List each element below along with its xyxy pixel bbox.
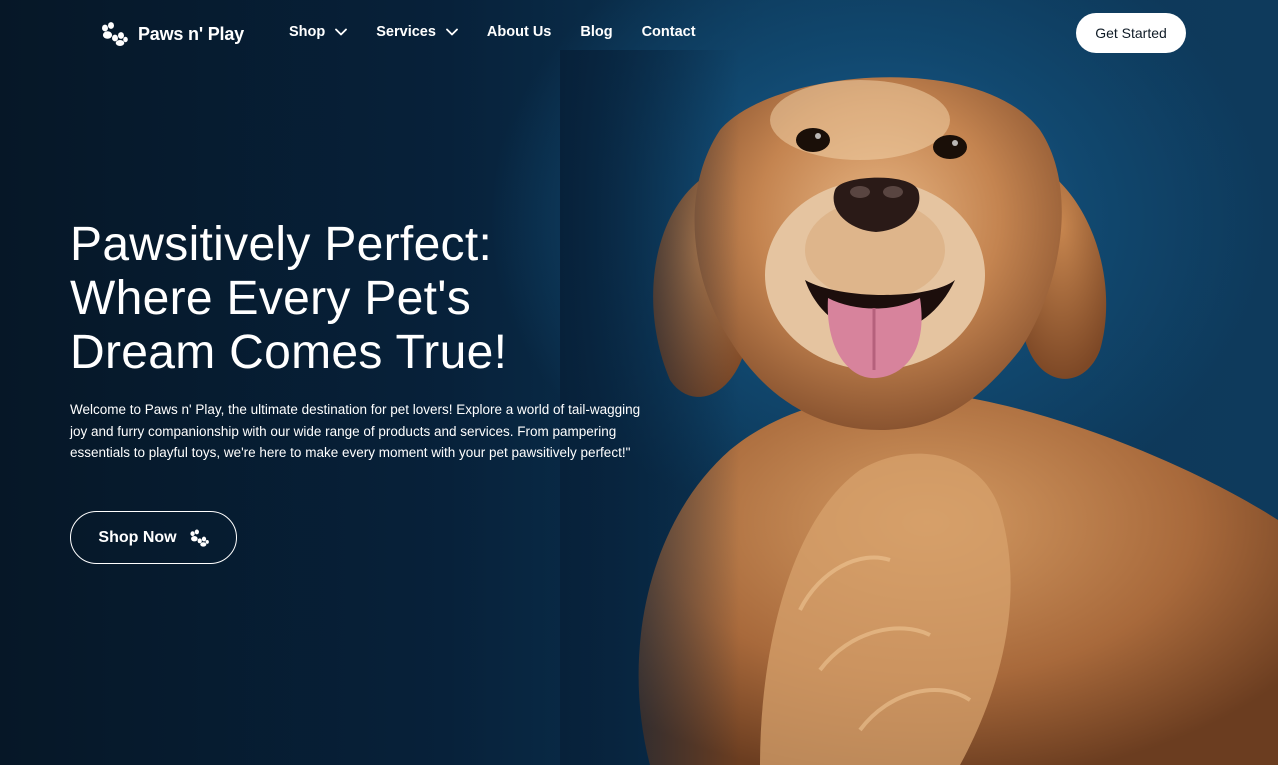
nav-item-label: Contact	[641, 24, 696, 40]
hero-title-line: Pawsitively Perfect:	[70, 218, 493, 271]
get-started-button[interactable]: Get Started	[1076, 13, 1186, 53]
brand-logo[interactable]: Paws n' Play	[100, 22, 244, 46]
nav-item-label: Blog	[580, 24, 613, 40]
chevron-down-icon	[335, 24, 348, 40]
main-navbar: Paws n' Play Shop Services About Us Blog	[0, 0, 1278, 66]
paw-icon	[100, 22, 128, 46]
hero-title-line: Dream Comes True!	[70, 326, 508, 379]
shop-now-label: Shop Now	[98, 528, 177, 546]
shop-now-button[interactable]: Shop Now	[70, 511, 237, 564]
golden-retriever-image	[560, 50, 1278, 765]
nav-item-about-us[interactable]: About Us	[487, 24, 551, 40]
nav-item-blog[interactable]: Blog	[580, 24, 612, 40]
brand-name: Paws n' Play	[138, 23, 244, 44]
nav-item-shop[interactable]: Shop	[289, 24, 348, 40]
nav-item-label: Services	[376, 24, 436, 40]
nav-item-label: About Us	[486, 24, 552, 40]
hero-title: Pawsitively Perfect: Where Every Pet's D…	[70, 218, 630, 380]
nav-item-contact[interactable]: Contact	[642, 24, 696, 40]
hero-description: Welcome to Paws n' Play, the ultimate de…	[70, 402, 641, 460]
nav-item-services[interactable]: Services	[376, 24, 458, 40]
paw-icon	[189, 529, 209, 547]
hero-title-line: Where Every Pet's	[70, 272, 472, 325]
nav-item-label: Shop	[289, 24, 326, 40]
hero-section: Paws n' Play Shop Services About Us Blog	[0, 0, 1278, 765]
chevron-down-icon	[446, 24, 458, 40]
nav-links: Shop Services About Us Blog Contact	[289, 24, 725, 40]
